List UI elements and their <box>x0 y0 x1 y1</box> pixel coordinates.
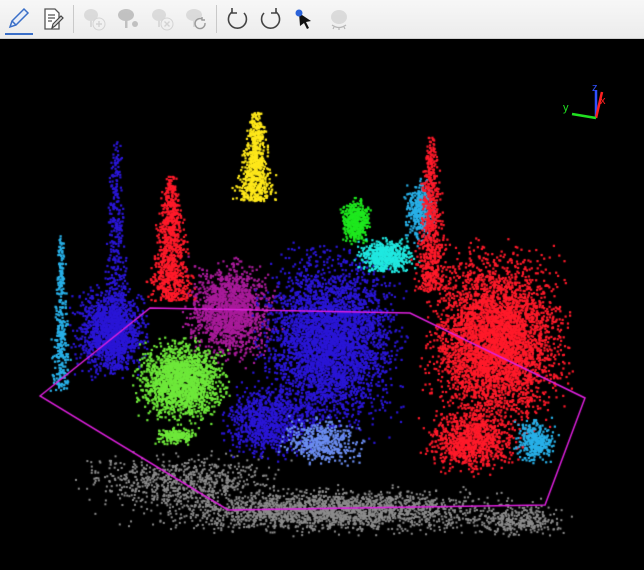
edit-document-icon <box>44 8 64 30</box>
refresh-tree-icon <box>186 9 206 30</box>
x-axis-label: x <box>600 95 606 107</box>
hide-tree-button[interactable] <box>322 2 356 36</box>
undo-button[interactable] <box>220 2 254 36</box>
y-axis-line <box>571 112 597 120</box>
undo-icon <box>227 8 248 29</box>
split-tree-button[interactable] <box>111 2 145 36</box>
toolbar-separator <box>216 5 217 33</box>
edit-button[interactable] <box>36 2 70 36</box>
z-axis-label: z <box>592 82 598 94</box>
toolbar <box>0 0 644 39</box>
point-cloud-canvas[interactable] <box>0 40 644 570</box>
draw-button[interactable] <box>2 2 36 36</box>
point-cloud-viewport[interactable]: z x y <box>0 40 644 570</box>
refresh-tree-button[interactable] <box>179 2 213 36</box>
orientation-axes: z x y <box>563 82 606 120</box>
y-axis-label: y <box>563 102 569 114</box>
pick-point-icon <box>295 9 311 29</box>
pick-point-button[interactable] <box>288 2 322 36</box>
add-tree-icon <box>84 9 106 31</box>
split-tree-icon <box>118 9 138 28</box>
pencil-icon <box>8 7 30 29</box>
delete-tree-button[interactable] <box>145 2 179 36</box>
toolbar-separator <box>73 5 74 33</box>
hidden-tree-icon <box>331 10 347 30</box>
add-tree-button[interactable] <box>77 2 111 36</box>
redo-button[interactable] <box>254 2 288 36</box>
redo-icon <box>260 8 281 29</box>
delete-tree-icon <box>152 9 174 31</box>
